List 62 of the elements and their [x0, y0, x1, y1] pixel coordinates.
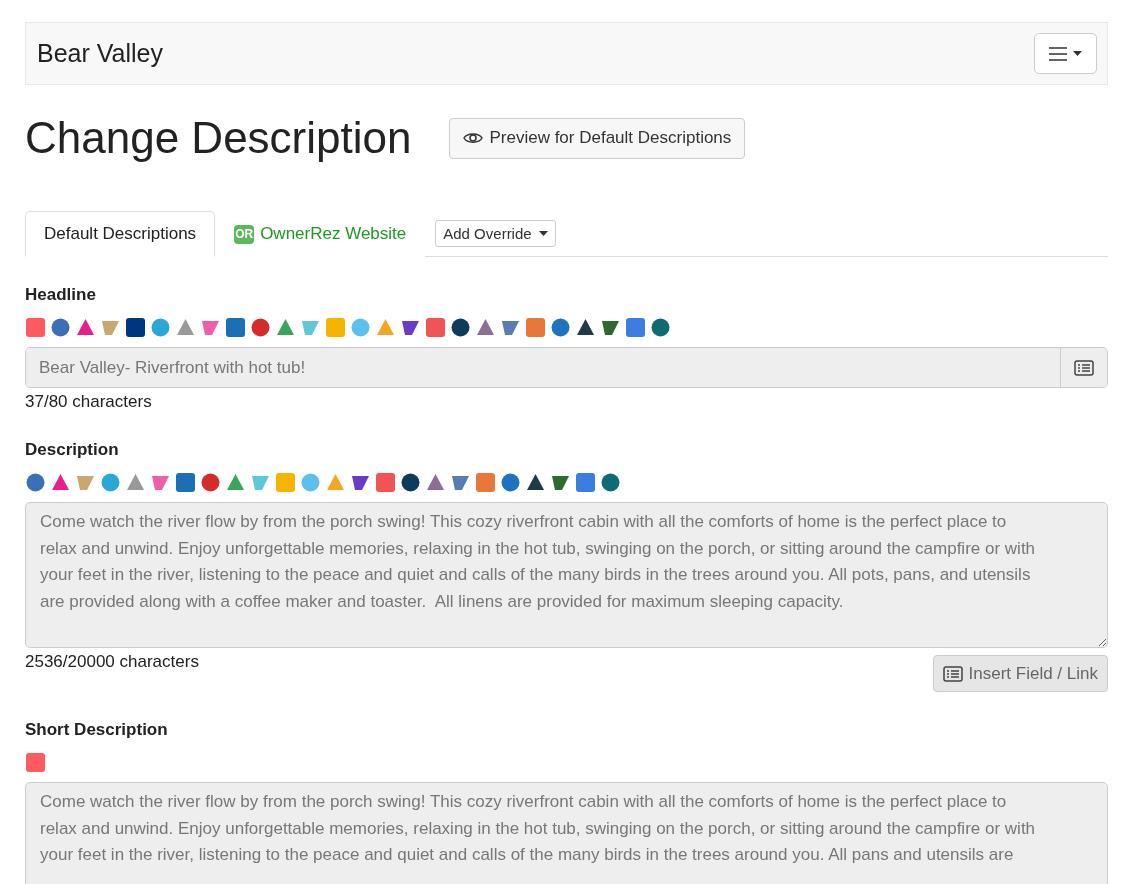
channel-logo-icon [525, 316, 546, 338]
eye-icon [463, 131, 484, 145]
channel-logo-icon [200, 471, 221, 493]
description-field[interactable]: Come watch the river flow by from the porch swing! This cozy riverfront cabin with all the comforts of home is the perfect place to relax and unwind. Enjoy unforgettable memories, relaxing in the hot tub, swinging on the porch, or sitting around the campfire or with your feet in the river, listening to the peace and quiet and calls of the many birds in the trees around you. All pots, pans, and utensils are provided along with a coffee maker and toaster. All linens are provided for maximum sleeping capacity. [25, 502, 1108, 648]
add-override-dropdown[interactable]: Add Override [435, 220, 556, 247]
character-count: 37/80 characters [25, 392, 153, 412]
channel-logo-icon [225, 471, 246, 493]
channel-logo-icon [325, 316, 346, 338]
channel-logo-icon [250, 316, 271, 338]
channel-logo-icon [625, 316, 646, 338]
channel-logo-icon [600, 471, 621, 493]
channel-logo-icon [25, 316, 46, 338]
preview-button[interactable]: Preview for Default Descriptions [449, 117, 746, 159]
menu-button[interactable] [1034, 33, 1097, 74]
channel-logo-icon [75, 316, 96, 338]
channel-logo-icon [375, 471, 396, 493]
tab[interactable]: Default Descriptions [25, 211, 216, 257]
channel-logo-icon [375, 316, 396, 338]
channel-logo-icon [125, 471, 146, 493]
list-icon [1074, 359, 1094, 376]
channel-logo-icon [650, 316, 671, 338]
channel-logo-icon [475, 316, 496, 338]
caret-icon [1073, 51, 1082, 56]
channel-logo-icon [475, 471, 496, 493]
field-label: Description [25, 440, 120, 460]
short-description-field[interactable]: Come watch the river flow by from the porch swing! This cozy riverfront cabin with all the comforts of home is the perfect place to relax and unwind. Enjoy unforgettable memories, relaxing in the hot tub, swinging on the porch, or sitting around the campfire or with your feet in the river, listening to the peace and quiet and calls of the many birds in the trees around you. All pans and utensils are [25, 782, 1108, 884]
channel-logo-icon [275, 471, 296, 493]
channel-logo-icon [350, 316, 371, 338]
channel-logo-icon [300, 471, 321, 493]
channel-logo-icon [575, 316, 596, 338]
channel-logo-icon [150, 316, 171, 338]
field-list-button[interactable] [1060, 348, 1107, 387]
channel-logo-icon [175, 316, 196, 338]
channel-logo-icon [550, 316, 571, 338]
channel-logo-icon [575, 471, 596, 493]
channel-logo-icon [25, 751, 46, 773]
channel-logo-icon [125, 316, 146, 338]
caret-icon [538, 231, 548, 236]
insert-field-button[interactable]: Insert Field / Link [932, 655, 1108, 692]
channel-logo-icon [25, 471, 46, 493]
channel-logo-icon [50, 471, 71, 493]
channel-logo-icon [400, 471, 421, 493]
channel-logo-icon [425, 316, 446, 338]
channel-logo-icon [175, 471, 196, 493]
brand-title: Bear Valley [37, 39, 163, 68]
channel-logo-icon [50, 316, 71, 338]
channel-logo-icon [450, 316, 471, 338]
list-icon [942, 665, 963, 682]
channel-logo-icon [225, 316, 246, 338]
channel-logo-icon [325, 471, 346, 493]
channel-logo-icon [425, 471, 446, 493]
menu-icon [1049, 46, 1067, 61]
headline-field[interactable]: Bear Valley- Riverfront with hot tub! [25, 347, 1108, 388]
website-badge: OR [234, 224, 255, 244]
field-label: Short Description [25, 720, 169, 740]
channel-logo-icon [500, 471, 521, 493]
field-label: Headline [25, 285, 97, 305]
channel-logo-icon [525, 471, 546, 493]
page-title: Change Description [25, 113, 412, 163]
channel-logo-icon [275, 316, 296, 338]
character-count: 2536/20000 characters [25, 652, 199, 672]
channel-logo-icon [100, 471, 121, 493]
